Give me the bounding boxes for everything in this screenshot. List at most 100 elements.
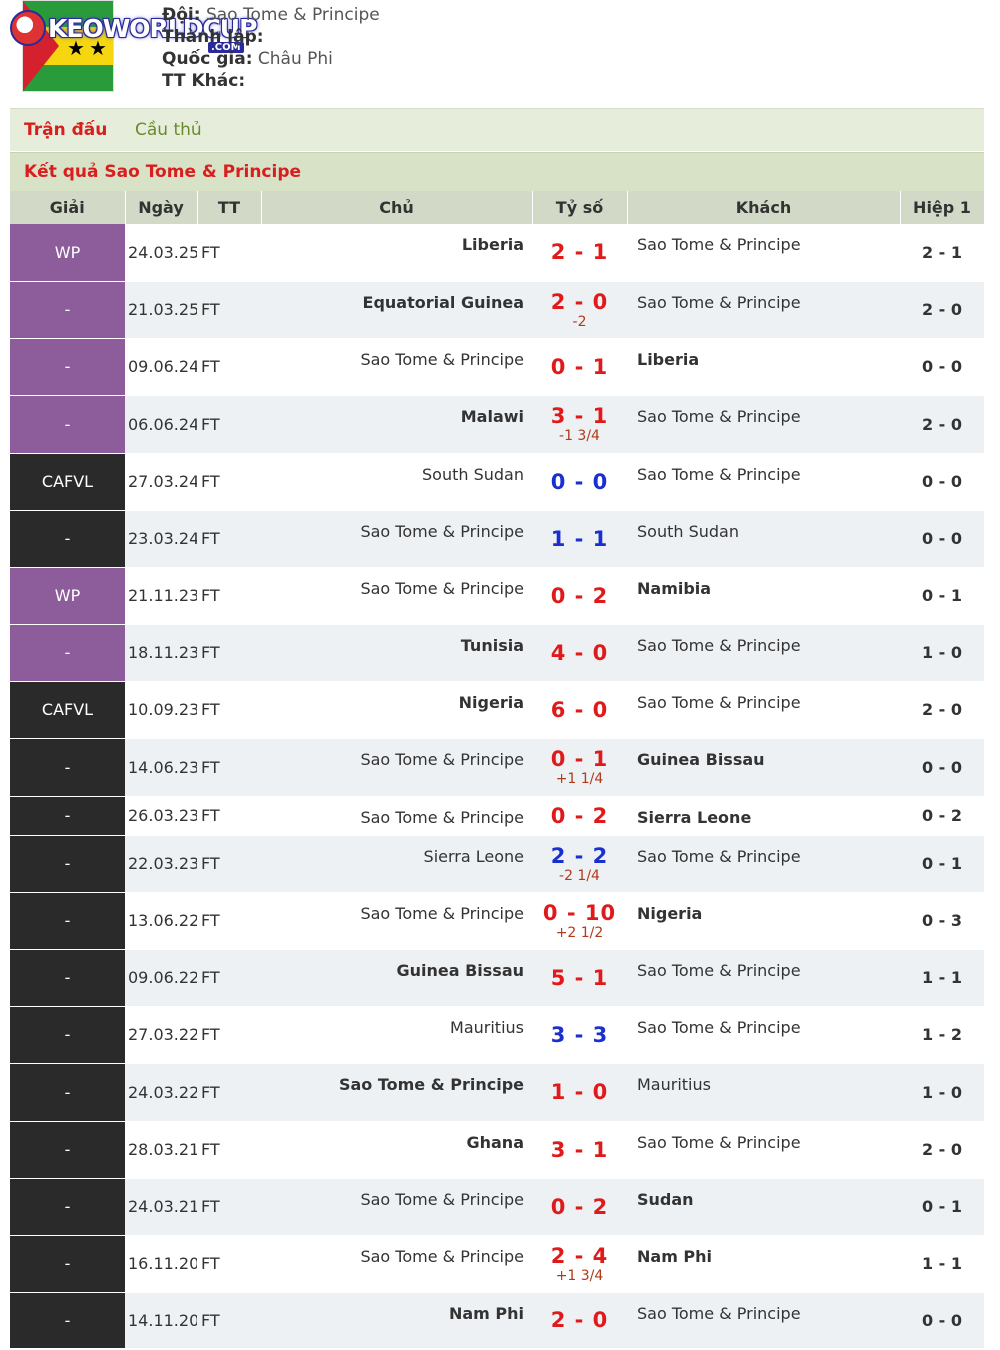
score-cell[interactable]: 0 - 2 — [532, 567, 627, 625]
away-team-cell[interactable]: Sao Tome & Principe — [627, 835, 900, 893]
home-team-cell[interactable]: Sierra Leone — [261, 835, 532, 893]
home-team-name[interactable]: Sierra Leone — [424, 847, 524, 866]
away-team-name[interactable]: Sierra Leone — [637, 808, 751, 827]
home-team-cell[interactable]: Sao Tome & Principe — [261, 1235, 532, 1293]
away-team-name[interactable]: Sao Tome & Principe — [637, 1133, 801, 1152]
col-header-score[interactable]: Tỷ số — [532, 191, 628, 224]
home-team-cell[interactable]: Liberia — [261, 224, 532, 282]
away-team-cell[interactable]: Guinea Bissau — [627, 738, 900, 797]
home-team-cell[interactable]: Sao Tome & Principe — [261, 567, 532, 625]
score-cell[interactable]: 3 - 1 — [532, 1121, 627, 1179]
away-team-cell[interactable]: Nam Phi — [627, 1235, 900, 1293]
home-team-cell[interactable]: Sao Tome & Principe — [261, 338, 532, 396]
league-cell[interactable]: - — [10, 892, 125, 950]
score-value[interactable]: 4 - 0 — [532, 641, 627, 665]
away-team-name[interactable]: Liberia — [637, 350, 699, 369]
away-team-cell[interactable]: Namibia — [627, 567, 900, 625]
table-row[interactable]: CAFVL 10.09.23 FT Nigeria 6 - 0 Sao Tome & Pr… — [10, 681, 984, 739]
score-cell[interactable]: 3 - 3 — [532, 1006, 627, 1064]
league-cell[interactable]: - — [10, 1235, 125, 1293]
away-team-name[interactable]: Sao Tome & Principe — [637, 1304, 801, 1323]
col-header-league[interactable]: Giải — [10, 191, 126, 224]
league-cell[interactable]: - — [10, 281, 125, 339]
score-value[interactable]: 2 - 0 — [532, 290, 627, 314]
league-cell[interactable]: - — [10, 624, 125, 682]
home-team-cell[interactable]: Ghana — [261, 1121, 532, 1179]
home-team-cell[interactable]: Sao Tome & Principe — [261, 738, 532, 797]
away-team-name[interactable]: Sao Tome & Principe — [637, 465, 801, 484]
home-team-name[interactable]: South Sudan — [422, 465, 524, 484]
table-row[interactable]: -14.06.23 FT Sao Tome & Principe 0 - 1 +1 1/… — [10, 738, 984, 797]
table-row[interactable]: -14.11.20 FT Nam Phi 2 - 0 Sao Tome & Princi… — [10, 1292, 984, 1349]
away-team-cell[interactable]: Liberia — [627, 338, 900, 396]
score-cell[interactable]: 2 - 0 — [532, 1292, 627, 1349]
col-header-away[interactable]: Khách — [627, 191, 901, 224]
home-team-name[interactable]: Guinea Bissau — [396, 961, 524, 980]
league-cell[interactable]: - — [10, 1006, 125, 1064]
score-value[interactable]: 2 - 2 — [532, 844, 627, 868]
score-value[interactable]: 3 - 1 — [532, 404, 627, 428]
home-team-cell[interactable]: Guinea Bissau — [261, 949, 532, 1007]
home-team-cell[interactable]: Sao Tome & Principe — [261, 796, 532, 836]
score-value[interactable]: 0 - 1 — [532, 355, 627, 379]
tab-matches[interactable]: Trận đấu — [24, 120, 107, 140]
table-row[interactable]: -23.03.24 FT Sao Tome & Principe 1 - 1 South… — [10, 510, 984, 568]
home-team-name[interactable]: Sao Tome & Principe — [339, 1075, 524, 1094]
home-team-name[interactable]: Equatorial Guinea — [363, 293, 524, 312]
home-team-name[interactable]: Tunisia — [461, 636, 524, 655]
score-value[interactable]: 2 - 1 — [532, 240, 627, 264]
score-cell[interactable]: 2 - 4 +1 3/4 — [532, 1235, 627, 1293]
score-cell[interactable]: 0 - 10 +2 1/2 — [532, 892, 627, 950]
score-cell[interactable]: 3 - 1 -1 3/4 — [532, 395, 627, 454]
table-row[interactable]: -06.06.24 FT Malawi 3 - 1 -1 3/4 Sao Tome & P… — [10, 395, 984, 454]
score-cell[interactable]: 4 - 0 — [532, 624, 627, 682]
score-cell[interactable]: 2 - 1 — [532, 224, 627, 282]
league-cell[interactable]: WP — [10, 567, 125, 625]
away-team-cell[interactable]: Sao Tome & Principe — [627, 1121, 900, 1179]
home-team-cell[interactable]: Equatorial Guinea — [261, 281, 532, 339]
home-team-name[interactable]: Mauritius — [450, 1018, 524, 1037]
away-team-name[interactable]: Guinea Bissau — [637, 750, 765, 769]
score-cell[interactable]: 0 - 1 +1 1/4 — [532, 738, 627, 797]
table-row[interactable]: -13.06.22 FT Sao Tome & Principe 0 - 10 +2 1… — [10, 892, 984, 950]
score-value[interactable]: 0 - 2 — [532, 584, 627, 608]
home-team-cell[interactable]: Sao Tome & Principe — [261, 1178, 532, 1236]
score-value[interactable]: 0 - 10 — [532, 901, 627, 925]
league-cell[interactable]: - — [10, 510, 125, 568]
home-team-name[interactable]: Nigeria — [459, 693, 524, 712]
col-header-home[interactable]: Chủ — [261, 191, 533, 224]
away-team-name[interactable]: Sao Tome & Principe — [637, 636, 801, 655]
home-team-name[interactable]: Sao Tome & Principe — [360, 808, 524, 827]
table-row[interactable]: -24.03.21 FT Sao Tome & Principe 0 - 2 Sudan… — [10, 1178, 984, 1236]
away-team-name[interactable]: Sao Tome & Principe — [637, 235, 801, 254]
table-row[interactable]: WP 24.03.25 FT Liberia 2 - 1 Sao Tome & Princ… — [10, 224, 984, 282]
league-cell[interactable]: - — [10, 1292, 125, 1349]
home-team-cell[interactable]: Sao Tome & Principe — [261, 510, 532, 568]
away-team-name[interactable]: Namibia — [637, 579, 711, 598]
table-row[interactable]: -16.11.20 FT Sao Tome & Principe 2 - 4 +1 3/… — [10, 1235, 984, 1293]
away-team-name[interactable]: South Sudan — [637, 522, 739, 541]
score-cell[interactable]: 2 - 0 -2 — [532, 281, 627, 339]
away-team-cell[interactable]: Sao Tome & Principe — [627, 281, 900, 339]
score-value[interactable]: 1 - 0 — [532, 1080, 627, 1104]
score-cell[interactable]: 1 - 1 — [532, 510, 627, 568]
col-header-status[interactable]: TT — [197, 191, 262, 224]
home-team-name[interactable]: Malawi — [461, 407, 524, 426]
league-cell[interactable]: CAFVL — [10, 453, 125, 511]
away-team-cell[interactable]: Sao Tome & Principe — [627, 949, 900, 1007]
table-row[interactable]: -28.03.21 FT Ghana 3 - 1 Sao Tome & Principe… — [10, 1121, 984, 1179]
away-team-cell[interactable]: Sudan — [627, 1178, 900, 1236]
score-cell[interactable]: 6 - 0 — [532, 681, 627, 739]
away-team-cell[interactable]: Sao Tome & Principe — [627, 224, 900, 282]
col-header-halftime[interactable]: Hiệp 1 — [900, 191, 985, 224]
tab-players[interactable]: Cầu thủ — [135, 120, 202, 140]
league-cell[interactable]: - — [10, 738, 125, 797]
away-team-cell[interactable]: South Sudan — [627, 510, 900, 568]
score-value[interactable]: 2 - 0 — [532, 1308, 627, 1332]
league-cell[interactable]: WP — [10, 224, 125, 282]
score-value[interactable]: 0 - 0 — [532, 470, 627, 494]
away-team-name[interactable]: Sao Tome & Principe — [637, 407, 801, 426]
home-team-name[interactable]: Nam Phi — [449, 1304, 524, 1323]
score-cell[interactable]: 1 - 0 — [532, 1063, 627, 1122]
away-team-cell[interactable]: Sao Tome & Principe — [627, 453, 900, 511]
